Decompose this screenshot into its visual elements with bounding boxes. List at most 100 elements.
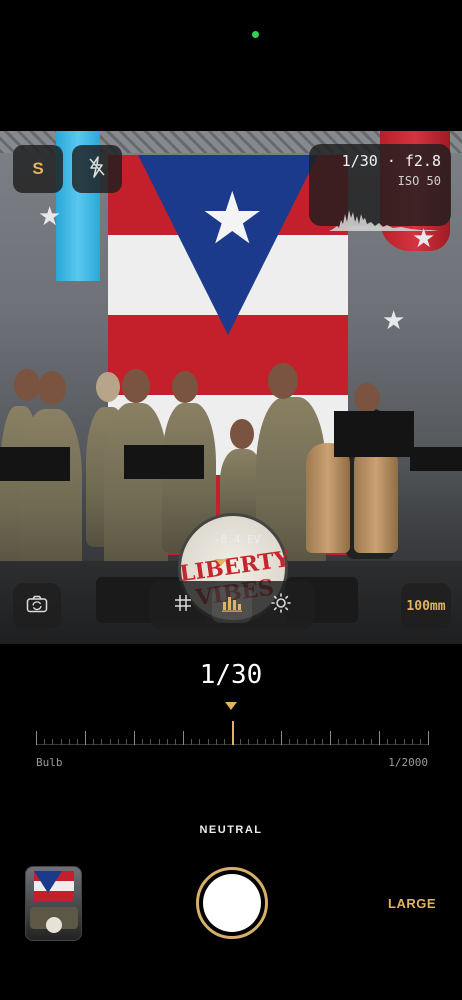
lens-selector-button[interactable]: 100mm (401, 583, 451, 629)
histogram-icon (221, 594, 243, 617)
slider-tick (101, 739, 102, 745)
slider-tick (395, 739, 396, 745)
band-member-head (230, 419, 254, 449)
slider-tick (428, 731, 429, 745)
slider-tick (240, 739, 241, 745)
switch-camera-button[interactable] (13, 583, 61, 629)
image-format-button[interactable]: LARGE (388, 896, 436, 911)
slider-tick (175, 739, 176, 745)
music-stand (124, 445, 204, 479)
slider-min-label: Bulb (36, 756, 63, 769)
band-member-head (96, 372, 120, 402)
slider-tick (167, 739, 168, 745)
slider-position-marker (225, 702, 237, 710)
slider-tick (363, 739, 364, 745)
iso-readout: ISO 50 (397, 174, 441, 188)
slider-tick (142, 739, 143, 745)
viewfinder[interactable]: ★ ★ ★ ★ LIBERTY VIBES S 1/30 · f2.8 (0, 131, 462, 644)
band-member-head (14, 369, 40, 401)
conga-drum (354, 443, 398, 553)
thumb-drum (46, 917, 62, 933)
slider-tick (338, 739, 339, 745)
slider-max-label: 1/2000 (388, 756, 428, 769)
viewfinder-tools (150, 581, 314, 629)
slider-tick (216, 739, 217, 745)
slider-tick (44, 739, 45, 745)
slider-tick (85, 731, 86, 745)
band-member (20, 409, 82, 579)
shutter-priority-mode-button[interactable]: S (13, 145, 63, 193)
band-member-head (122, 369, 150, 403)
exposure-readout: 1/30 · f2.8 (342, 152, 441, 170)
slider-tick (322, 739, 323, 745)
grid-icon (174, 594, 192, 617)
slider-tick (118, 739, 119, 745)
slider-tick (191, 739, 192, 745)
slider-tick (346, 739, 347, 745)
slider-tick (199, 739, 200, 745)
shutter-speed-value: 1/30 (199, 660, 263, 690)
exposure-compensation-label: -0.4 EV (214, 533, 261, 546)
slider-current-tick (232, 721, 234, 745)
slider-tick (297, 739, 298, 745)
music-stand (410, 447, 462, 471)
separator: · (386, 152, 396, 170)
slider-tick (371, 739, 372, 745)
slider-tick (110, 739, 111, 745)
slider-tick (77, 739, 78, 745)
last-photo-thumbnail[interactable] (25, 866, 82, 941)
band-member-head (268, 363, 298, 399)
slider-tick (306, 739, 307, 745)
conga-drum (306, 443, 350, 553)
slider-tick (265, 739, 266, 745)
slider-tick (289, 739, 290, 745)
slider-tick (412, 739, 413, 745)
aperture-readout: f2.8 (404, 152, 441, 170)
exposure-info-panel[interactable]: 1/30 · f2.8 ISO 50 (309, 144, 451, 231)
band-member (104, 403, 168, 578)
ev-indicator-arrow (215, 559, 227, 566)
slider-tick (52, 739, 53, 745)
flash-off-icon (87, 155, 107, 183)
star-decoration: ★ (382, 305, 406, 335)
band-member-head (172, 371, 198, 403)
slider-tick (281, 731, 282, 745)
shutter-button[interactable] (196, 867, 268, 939)
photographic-style-label[interactable]: NEUTRAL (0, 824, 462, 836)
slider-tick (248, 739, 249, 745)
slider-tick (61, 739, 62, 745)
rotate-camera-icon (26, 595, 48, 618)
slider-tick (404, 739, 405, 745)
camera-in-use-indicator (252, 31, 259, 38)
band-member-head (354, 383, 380, 413)
music-stand (334, 411, 414, 457)
slider-tick (36, 731, 37, 745)
histogram-graph (321, 210, 439, 231)
flash-toggle-button[interactable] (72, 145, 122, 193)
slider-tick (355, 739, 356, 745)
slider-tick (183, 731, 184, 745)
slider-tick (224, 739, 225, 745)
shutter-readout: 1/30 (341, 152, 378, 170)
music-stand (0, 447, 70, 481)
slider-tick (208, 739, 209, 745)
brightness-icon (271, 592, 292, 618)
slider-tick (93, 739, 94, 745)
slider-tick (273, 739, 274, 745)
star-decoration: ★ (38, 201, 62, 231)
slider-tick (420, 739, 421, 745)
slider-tick (150, 739, 151, 745)
slider-tick (159, 739, 160, 745)
slider-tick (257, 739, 258, 745)
slider-tick (134, 731, 135, 745)
band-member-head (38, 371, 66, 405)
histogram-toggle-button[interactable] (211, 587, 252, 623)
slider-tick (69, 739, 70, 745)
shutter-speed-slider[interactable] (36, 715, 429, 745)
slider-tick (379, 731, 380, 745)
slider-tick (126, 739, 127, 745)
exposure-adjust-button[interactable] (261, 587, 301, 623)
grid-toggle-button[interactable] (163, 587, 203, 623)
shutter-button-inner (203, 874, 261, 932)
slider-tick (330, 731, 331, 745)
